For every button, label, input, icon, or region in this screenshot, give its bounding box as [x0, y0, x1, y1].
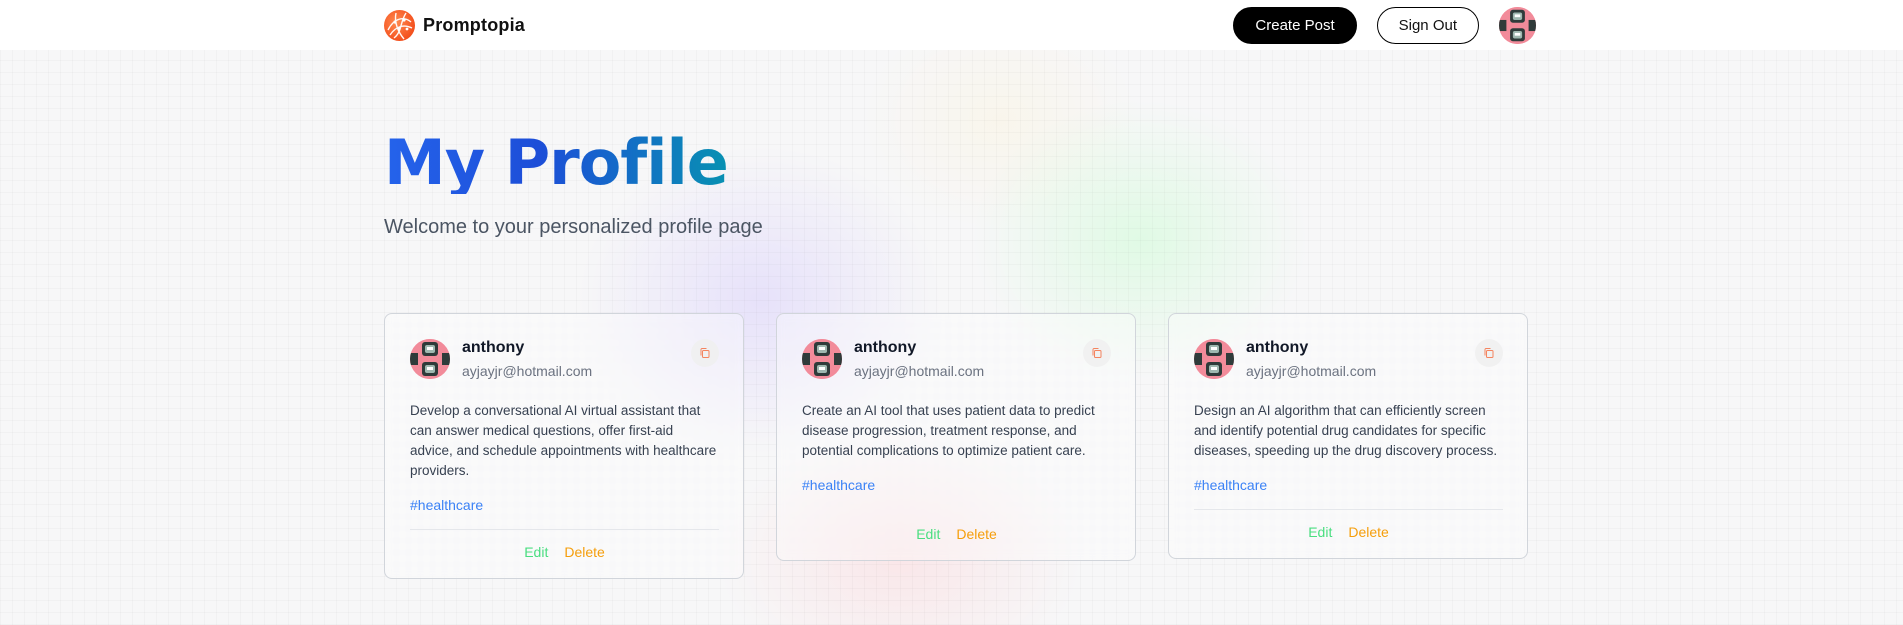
- user-avatar: [410, 339, 450, 379]
- copy-icon[interactable]: [1475, 339, 1503, 367]
- card-divider: [410, 529, 719, 530]
- prompt-tag[interactable]: #healthcare: [1194, 477, 1503, 493]
- user-email: ayjayjr@hotmail.com: [1246, 363, 1377, 379]
- page-title: My Profile: [384, 126, 729, 199]
- card-actions: Edit Delete: [1194, 524, 1503, 540]
- user-name: anthony: [1246, 339, 1309, 356]
- edit-button[interactable]: Edit: [524, 544, 548, 560]
- user-info: anthony ayjayjr@hotmail.com: [462, 339, 592, 379]
- user-email: ayjayjr@hotmail.com: [854, 363, 985, 379]
- user-avatar: [802, 339, 842, 379]
- card-actions: Edit Delete: [802, 526, 1111, 542]
- card-divider: [1194, 509, 1503, 510]
- prompt-text: Develop a conversational AI virtual assi…: [410, 403, 717, 478]
- globe-logo-icon: [384, 9, 415, 41]
- card-user[interactable]: anthony ayjayjr@hotmail.com: [410, 339, 592, 379]
- nav-actions: Create Post Sign Out: [1233, 6, 1536, 44]
- card-header: anthony ayjayjr@hotmail.com: [802, 339, 1111, 379]
- prompt-text: Create an AI tool that uses patient data…: [802, 403, 1095, 458]
- card-actions: Edit Delete: [410, 544, 719, 560]
- prompt-tag[interactable]: #healthcare: [802, 477, 1111, 493]
- prompt-text: Design an AI algorithm that can efficien…: [1194, 403, 1498, 458]
- delete-button[interactable]: Delete: [564, 544, 604, 560]
- card-user[interactable]: anthony ayjayjr@hotmail.com: [1194, 339, 1376, 379]
- user-name: anthony: [854, 339, 917, 356]
- user-avatar: [1194, 339, 1234, 379]
- copy-icon[interactable]: [691, 339, 719, 367]
- card-user[interactable]: anthony ayjayjr@hotmail.com: [802, 339, 984, 379]
- user-info: anthony ayjayjr@hotmail.com: [1246, 339, 1376, 379]
- card-header: anthony ayjayjr@hotmail.com: [410, 339, 719, 379]
- profile-avatar[interactable]: [1499, 6, 1536, 44]
- delete-button[interactable]: Delete: [1348, 524, 1388, 540]
- prompt-card: anthony ayjayjr@hotmail.com Create an AI…: [776, 313, 1136, 561]
- brand-link[interactable]: Promptopia: [384, 9, 526, 41]
- page-subtitle: Welcome to your personalized profile pag…: [384, 216, 763, 238]
- user-email: ayjayjr@hotmail.com: [462, 363, 593, 379]
- sign-out-button[interactable]: Sign Out: [1376, 6, 1479, 44]
- prompt-card-list: anthony ayjayjr@hotmail.com Develop a co…: [384, 313, 1536, 579]
- edit-button[interactable]: Edit: [916, 526, 940, 542]
- navbar: Promptopia Create Post Sign Out: [0, 0, 1903, 50]
- user-name: anthony: [462, 339, 525, 356]
- prompt-card: anthony ayjayjr@hotmail.com Design an AI…: [1168, 313, 1528, 559]
- prompt-card: anthony ayjayjr@hotmail.com Develop a co…: [384, 313, 744, 579]
- prompt-tag[interactable]: #healthcare: [410, 497, 719, 513]
- edit-button[interactable]: Edit: [1308, 524, 1332, 540]
- navbar-inner: Promptopia Create Post Sign Out: [384, 0, 1536, 50]
- user-info: anthony ayjayjr@hotmail.com: [854, 339, 984, 379]
- delete-button[interactable]: Delete: [956, 526, 996, 542]
- copy-icon[interactable]: [1083, 339, 1111, 367]
- create-post-button[interactable]: Create Post: [1233, 6, 1357, 44]
- brand-name: Promptopia: [423, 14, 526, 35]
- card-header: anthony ayjayjr@hotmail.com: [1194, 339, 1503, 379]
